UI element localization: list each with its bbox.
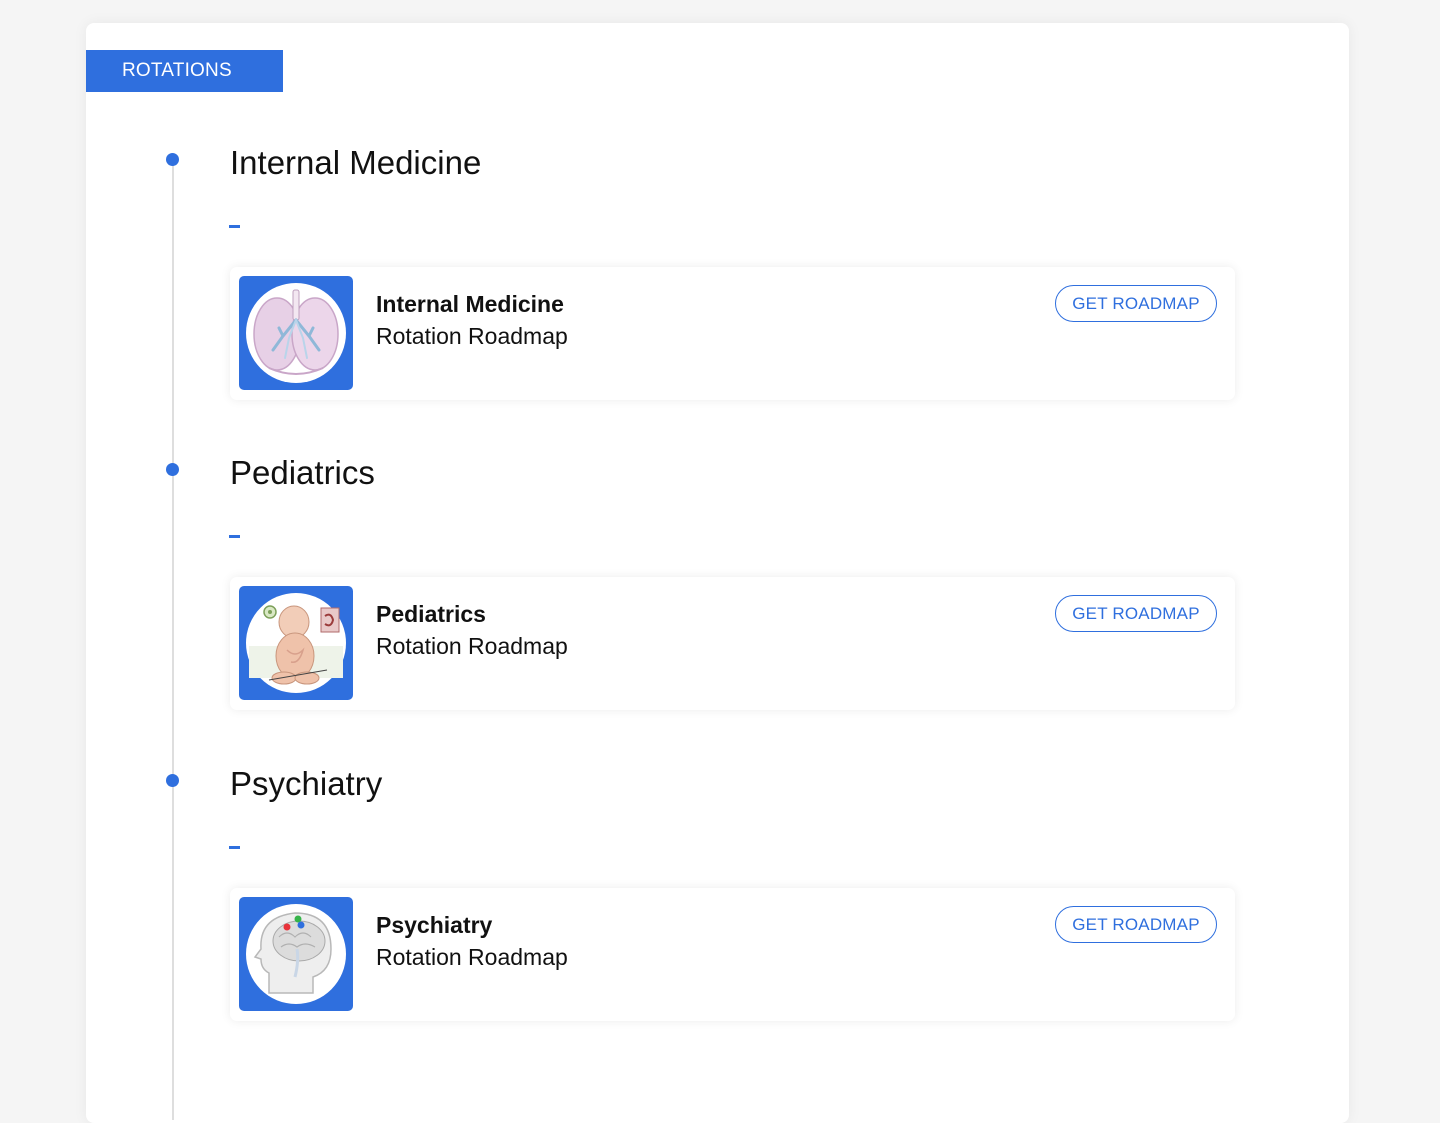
timeline-dot (166, 774, 179, 787)
card-title: Pediatrics (376, 601, 486, 627)
card-subtitle: Rotation Roadmap (376, 944, 568, 970)
brain-illustration-icon (239, 897, 353, 1011)
get-roadmap-button[interactable]: GET ROADMAP (1055, 285, 1217, 322)
rotation-internal-medicine: Internal Medicine Internal Medicine Rota… (86, 23, 1349, 400)
roadmap-card[interactable]: Psychiatry Rotation Roadmap GET ROADMAP (230, 888, 1235, 1021)
rotation-title: Pediatrics (230, 454, 375, 491)
card-title: Psychiatry (376, 912, 493, 938)
rotation-pediatrics: Pediatrics Pediatrics Rotation Roadmap G… (86, 333, 1349, 710)
rotation-title: Internal Medicine (230, 144, 482, 181)
timeline-dot (166, 463, 179, 476)
get-roadmap-button[interactable]: GET ROADMAP (1055, 595, 1217, 632)
rotation-psychiatry: Psychiatry Psychiatry Rotation Roadmap G… (86, 644, 1349, 1021)
title-dash (229, 846, 240, 849)
card-title: Internal Medicine (376, 291, 564, 317)
rotation-title: Psychiatry (230, 765, 383, 802)
get-roadmap-button[interactable]: GET ROADMAP (1055, 906, 1217, 943)
title-dash (229, 225, 240, 228)
rotations-panel: ROTATIONS Internal Medicine Internal Med… (86, 23, 1349, 1123)
timeline-dot (166, 153, 179, 166)
title-dash (229, 535, 240, 538)
